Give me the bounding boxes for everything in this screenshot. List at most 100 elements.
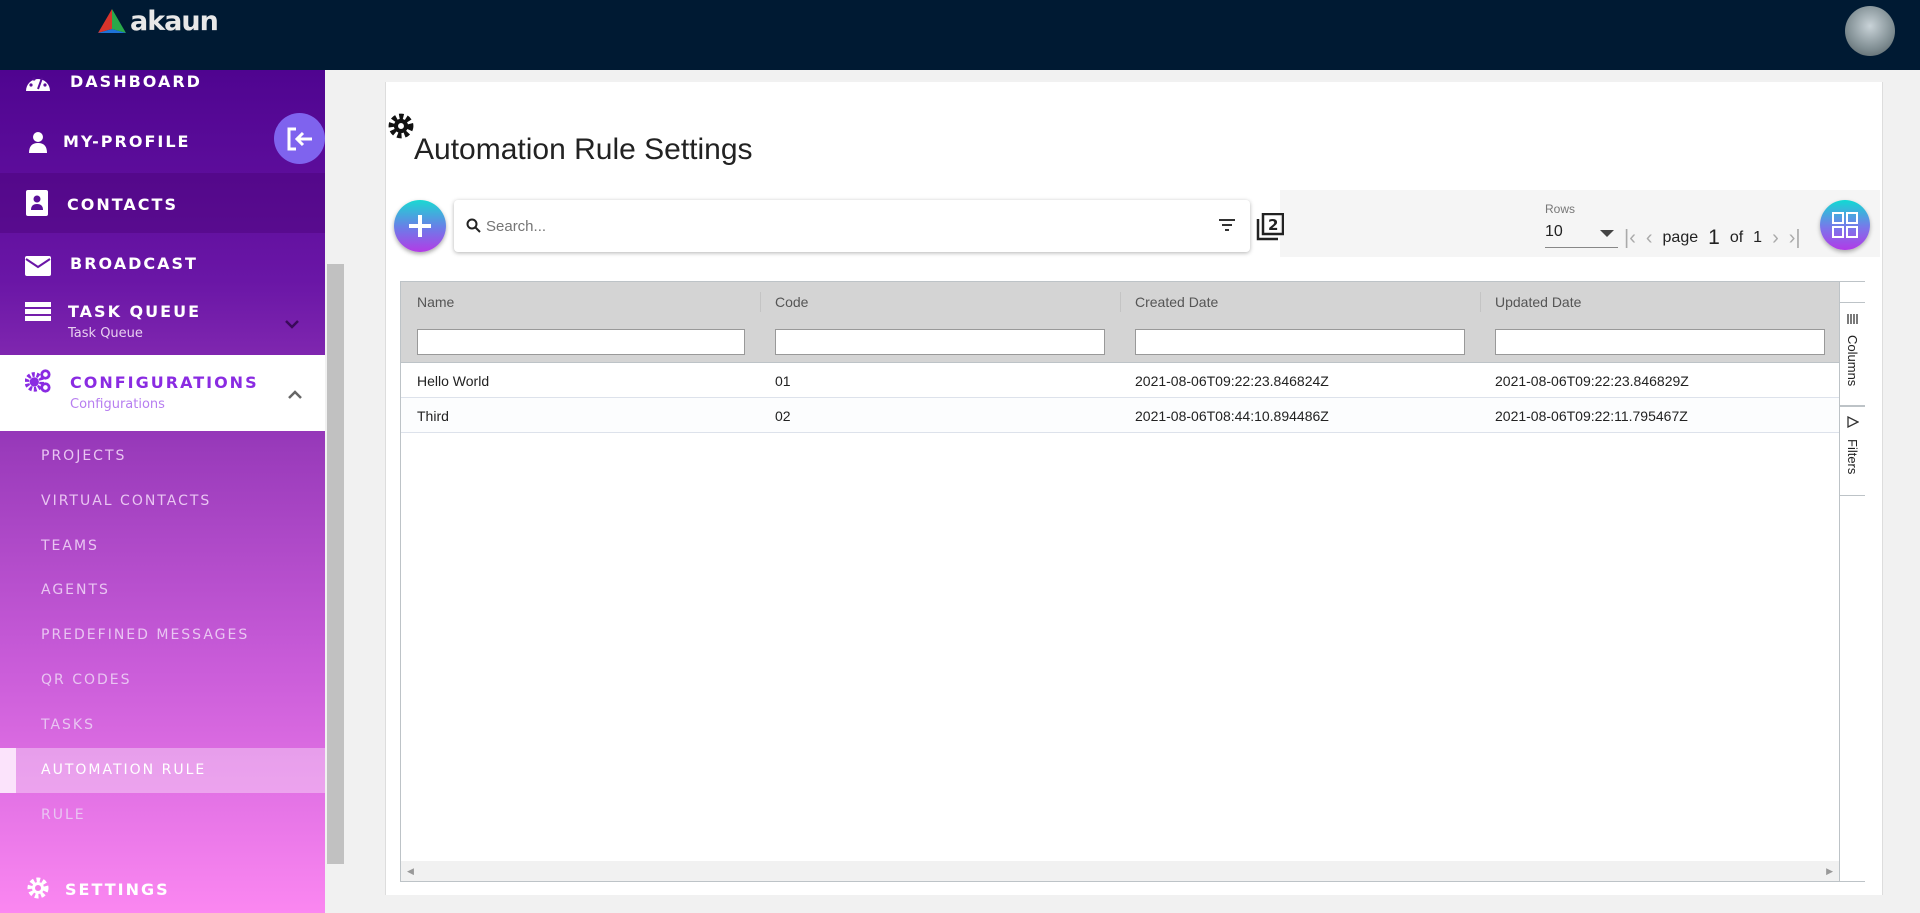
rows-label: Rows xyxy=(1545,202,1576,216)
sidebar-subitem-agents[interactable]: AGENTS xyxy=(41,582,110,598)
sidebar-subitem-rule[interactable]: RULE xyxy=(41,807,86,823)
logo-text: akaun xyxy=(130,6,219,37)
sidebar-scrollbar-thumb[interactable] xyxy=(327,264,344,864)
prev-page-icon[interactable]: ‹ xyxy=(1646,227,1653,250)
logo-icon xyxy=(98,8,126,33)
column-separator[interactable] xyxy=(1480,292,1481,312)
user-icon xyxy=(25,130,51,154)
table-row[interactable]: Hello World 01 2021-08-06T09:22:23.84682… xyxy=(401,363,1839,398)
sidebar-subitem-teams[interactable]: TEAMS xyxy=(41,538,99,554)
server-icon xyxy=(25,300,51,324)
filter-input-created-date[interactable] xyxy=(1135,329,1465,355)
address-book-icon xyxy=(25,190,51,216)
sidebar-item-settings[interactable]: SETTINGS xyxy=(0,876,325,902)
horizontal-scrollbar[interactable]: ◀ ▶ xyxy=(401,861,1839,881)
cell-code: 01 xyxy=(775,373,791,389)
total-pages: 1 xyxy=(1753,229,1763,246)
cell-name: Hello World xyxy=(417,373,490,389)
sidebar-item-label: MY-PROFILE xyxy=(63,132,191,151)
gear-icon xyxy=(25,876,51,900)
add-button[interactable] xyxy=(394,200,446,252)
caret-down-icon xyxy=(1600,230,1614,237)
search-bar[interactable] xyxy=(454,200,1250,252)
cell-updated-date: 2021-08-06T09:22:23.846829Z xyxy=(1495,373,1689,389)
table-header: Name Code Created Date Updated Date xyxy=(401,282,1839,363)
filter-input-code[interactable] xyxy=(775,329,1105,355)
cell-created-date: 2021-08-06T09:22:23.846824Z xyxy=(1135,373,1329,389)
plus-icon xyxy=(409,215,431,237)
chevron-up-icon[interactable] xyxy=(287,385,303,404)
last-page-icon[interactable]: ›| xyxy=(1789,227,1801,250)
sidebar-item-contacts[interactable]: CONTACTS xyxy=(0,173,325,233)
dashboard-icon xyxy=(25,70,51,94)
top-bar: akaun xyxy=(0,0,1920,70)
first-page-icon[interactable]: |‹ xyxy=(1624,227,1636,250)
data-grid: Name Code Created Date Updated Date Hell… xyxy=(400,281,1865,882)
sidebar-item-task-queue[interactable]: TASK QUEUE Task Queue xyxy=(0,296,325,355)
columns-tab-label: Columns xyxy=(1845,335,1860,387)
rows-value: 10 xyxy=(1545,223,1563,240)
filters-tab[interactable]: Filters xyxy=(1840,406,1865,496)
columns-tab[interactable]: Columns xyxy=(1840,302,1865,406)
scroll-left-icon[interactable]: ◀ xyxy=(407,866,414,877)
logo[interactable]: akaun xyxy=(98,6,219,37)
table-row[interactable]: Third 02 2021-08-06T08:44:10.894486Z 202… xyxy=(401,398,1839,433)
cell-created-date: 2021-08-06T08:44:10.894486Z xyxy=(1135,408,1329,424)
funnel-icon xyxy=(1846,415,1859,433)
page-word: page xyxy=(1662,229,1699,246)
chevron-down-icon[interactable] xyxy=(284,314,300,333)
of-word: of xyxy=(1729,229,1744,246)
side-panel: Columns Filters xyxy=(1839,282,1865,881)
filter-input-updated-date[interactable] xyxy=(1495,329,1825,355)
sidebar-item-label: SETTINGS xyxy=(65,880,170,899)
column-header-name[interactable]: Name xyxy=(417,294,454,310)
sidebar-subitem-label: AUTOMATION RULE xyxy=(41,762,207,778)
sidebar-subitem-projects[interactable]: PROJECTS xyxy=(41,448,126,464)
sidebar-item-caption: Task Queue xyxy=(68,326,143,341)
filter-input-name[interactable] xyxy=(417,329,745,355)
filters-tab-label: Filters xyxy=(1845,439,1860,475)
column-header-updated-date[interactable]: Updated Date xyxy=(1495,294,1581,310)
sidebar-item-label: TASK QUEUE xyxy=(68,302,201,321)
next-page-icon[interactable]: › xyxy=(1772,227,1779,250)
svg-text:2: 2 xyxy=(1268,216,1278,234)
sidebar-subitem-tasks[interactable]: TASKS xyxy=(41,717,95,733)
search-icon xyxy=(466,218,481,233)
sidebar-item-label: CONTACTS xyxy=(67,195,178,214)
sidebar-item-label: BROADCAST xyxy=(70,254,198,273)
current-page: 1 xyxy=(1708,226,1720,249)
cell-updated-date: 2021-08-06T09:22:11.795467Z xyxy=(1495,408,1688,424)
envelope-icon xyxy=(25,254,51,278)
sidebar-subitem-virtual-contacts[interactable]: VIRTUAL CONTACTS xyxy=(41,493,211,509)
column-separator[interactable] xyxy=(1120,292,1121,312)
logout-button[interactable] xyxy=(274,113,325,164)
column-header-code[interactable]: Code xyxy=(775,294,808,310)
sidebar-subitem-automation-rule[interactable]: AUTOMATION RULE xyxy=(0,748,325,793)
sidebar-subitem-qr-codes[interactable]: QR CODES xyxy=(41,672,132,688)
cell-name: Third xyxy=(417,408,449,424)
sidebar-item-caption: Configurations xyxy=(70,397,165,412)
cogs-icon xyxy=(25,369,51,393)
sidebar: DASHBOARD MY-PROFILE CONTACTS BROADCAST … xyxy=(0,70,325,913)
page-title: Automation Rule Settings xyxy=(414,133,753,166)
columns-icon xyxy=(1846,311,1859,329)
sidebar-item-label: DASHBOARD xyxy=(70,72,202,91)
cell-code: 02 xyxy=(775,408,791,424)
copy-icon[interactable]: 2 xyxy=(1256,212,1285,246)
filter-icon[interactable] xyxy=(1218,218,1236,232)
sign-out-icon xyxy=(287,127,312,150)
sidebar-item-label: CONFIGURATIONS xyxy=(70,373,259,392)
rows-per-page-select[interactable]: 10 xyxy=(1545,220,1618,248)
sidebar-subitem-predefined-messages[interactable]: PREDEFINED MESSAGES xyxy=(41,627,249,643)
scroll-right-icon[interactable]: ▶ xyxy=(1826,866,1833,877)
sidebar-item-configurations[interactable]: CONFIGURATIONS Configurations xyxy=(0,355,325,431)
avatar[interactable] xyxy=(1845,6,1895,56)
grid-icon xyxy=(1832,212,1858,238)
sidebar-item-dashboard[interactable]: DASHBOARD xyxy=(0,70,325,95)
grid-view-button[interactable] xyxy=(1820,200,1870,250)
column-header-created-date[interactable]: Created Date xyxy=(1135,294,1218,310)
sidebar-item-broadcast[interactable]: BROADCAST xyxy=(0,236,325,294)
search-input[interactable] xyxy=(486,217,1186,235)
column-separator[interactable] xyxy=(760,292,761,312)
gear-icon xyxy=(388,113,414,144)
